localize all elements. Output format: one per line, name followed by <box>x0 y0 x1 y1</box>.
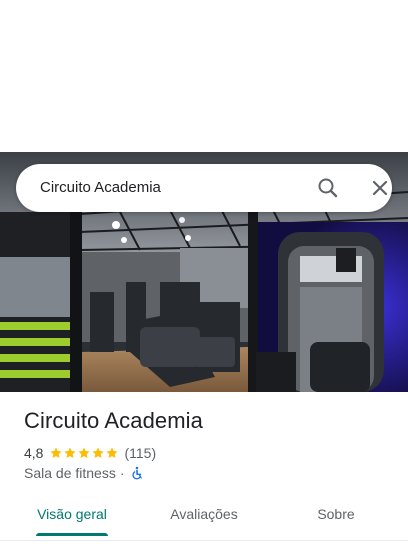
rating-stars <box>49 446 119 460</box>
rating-value: 4,8 <box>24 445 44 461</box>
tab-overview[interactable]: Visão geral <box>20 496 124 532</box>
tab-about[interactable]: Sobre <box>284 496 388 532</box>
tab-reviews[interactable]: Avaliações <box>152 496 256 532</box>
active-tab-indicator <box>36 533 108 536</box>
star-icon <box>64 447 77 458</box>
tab-bar: Visão geral Avaliações Sobre <box>0 496 408 536</box>
search-bar[interactable]: Circuito Academia <box>16 164 392 212</box>
star-icon <box>78 447 91 458</box>
tabs-divider <box>0 540 408 541</box>
search-input[interactable]: Circuito Academia <box>40 164 161 212</box>
place-title: Circuito Academia <box>24 408 203 433</box>
category-row: Sala de fitness · <box>24 464 144 482</box>
top-blank-area <box>0 0 408 152</box>
star-icon <box>50 447 63 458</box>
separator: · <box>119 465 125 481</box>
star-icon <box>92 447 105 458</box>
wheelchair-icon <box>130 466 144 480</box>
close-icon[interactable] <box>368 176 392 200</box>
rating-row[interactable]: 4,8 (115) <box>24 444 156 462</box>
search-icon[interactable] <box>316 176 340 200</box>
star-icon <box>106 447 119 458</box>
review-count[interactable]: (115) <box>124 445 156 461</box>
place-category: Sala de fitness <box>24 465 116 481</box>
